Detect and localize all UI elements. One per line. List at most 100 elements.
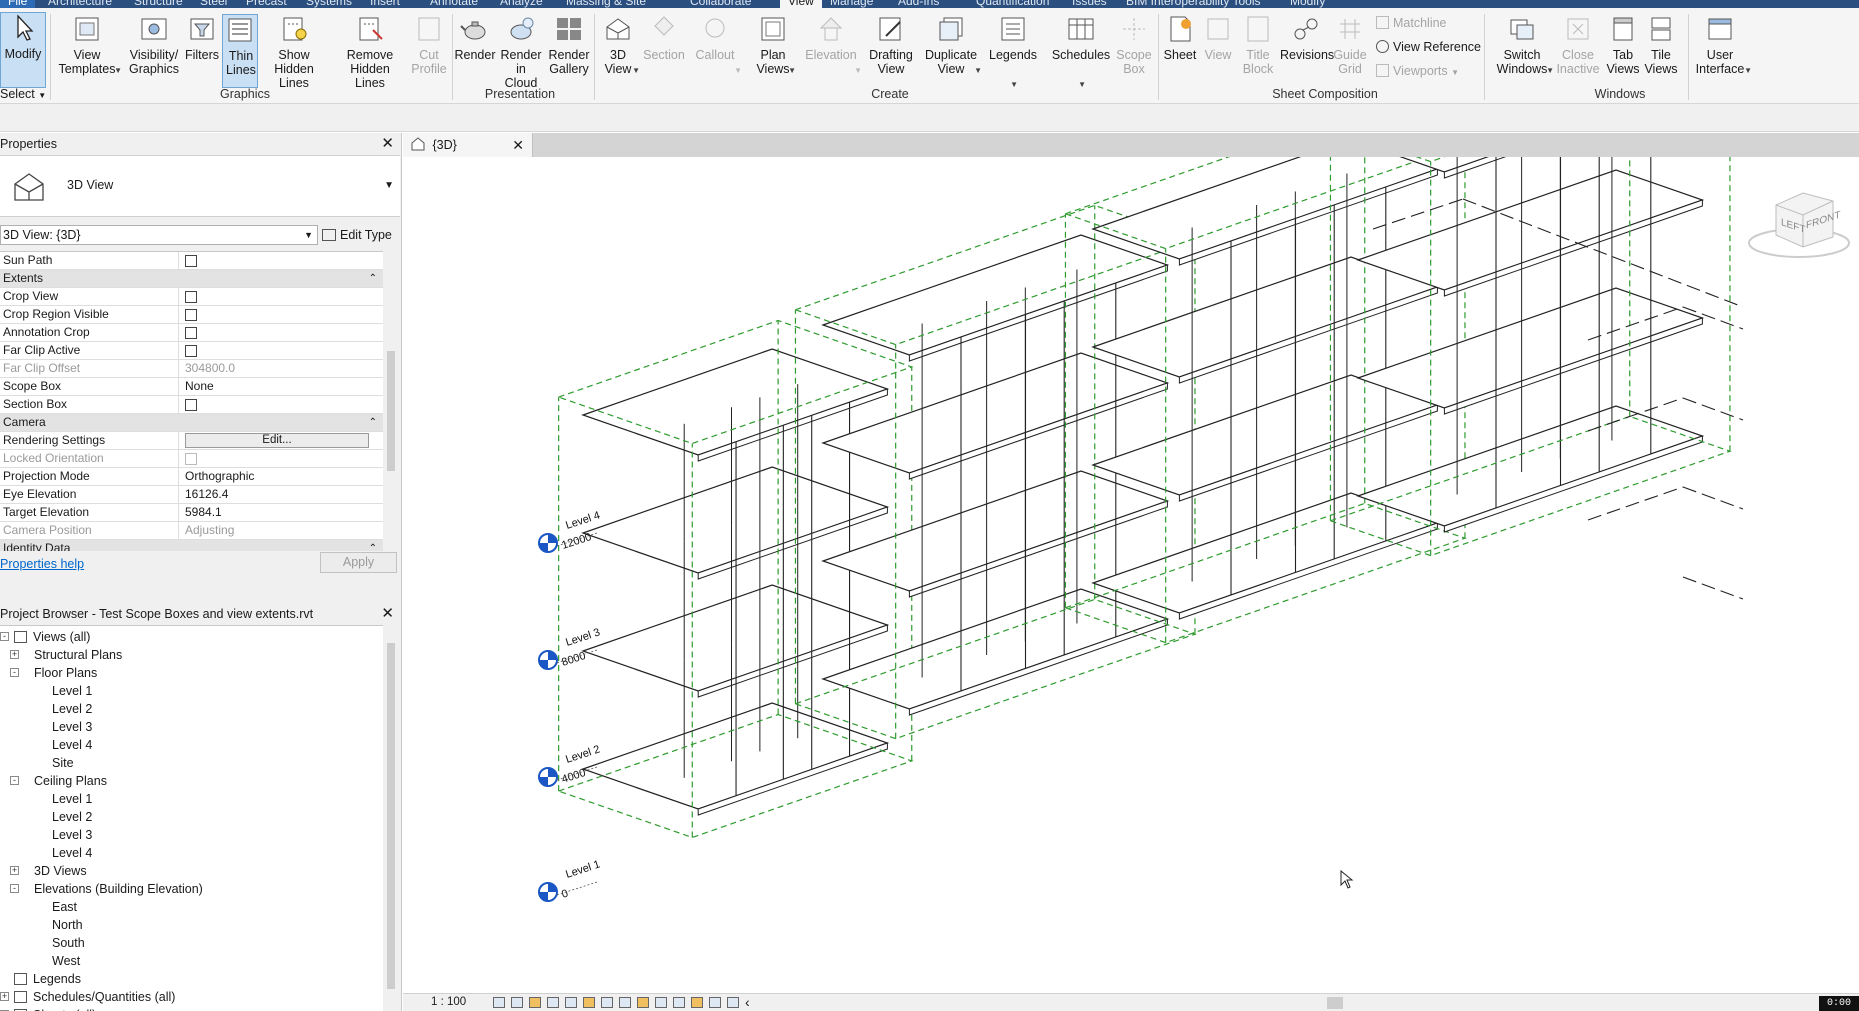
collapse-toggle-icon[interactable]: - bbox=[10, 884, 19, 893]
render-in-cloud-button[interactable]: Render in Cloud bbox=[500, 14, 542, 90]
browser-scrollbar[interactable] bbox=[383, 625, 399, 1011]
switch-windows-button[interactable]: Switch Windows ▼ bbox=[1494, 14, 1554, 88]
collapse-icon[interactable]: ⌃ bbox=[369, 414, 377, 431]
scope-box-button[interactable]: Scope Box bbox=[1116, 14, 1152, 88]
filters-button[interactable]: Filters bbox=[184, 14, 220, 88]
browser-node[interactable]: North bbox=[52, 916, 83, 934]
property-row[interactable]: Target Elevation 5984.1 bbox=[0, 504, 383, 522]
close-inactive-button[interactable]: Close Inactive bbox=[1556, 14, 1600, 88]
select-dropdown[interactable]: Select ▼ bbox=[0, 87, 46, 105]
collapse-toggle-icon[interactable]: - bbox=[0, 632, 9, 641]
scrollbar-thumb[interactable] bbox=[387, 351, 395, 471]
ribbon-tab-add-ins[interactable]: Add-Ins bbox=[898, 0, 939, 8]
3d-view-button[interactable]: 3D View ▼ bbox=[600, 14, 640, 88]
ribbon-tab-bim-interoperability-tools[interactable]: BIM Interoperability Tools bbox=[1126, 0, 1261, 8]
ribbon-tab-architecture[interactable]: Architecture bbox=[48, 0, 112, 8]
drawing-canvas[interactable]: Level 4 12000 Level 3 8000 Level 2 4000 Level … bbox=[403, 157, 1859, 993]
property-row[interactable]: Sun Path bbox=[0, 252, 383, 270]
schedules-button[interactable]: Schedules ▼ bbox=[1050, 14, 1112, 89]
property-row[interactable]: Annotation Crop bbox=[0, 324, 383, 342]
checkbox[interactable] bbox=[185, 399, 197, 411]
expand-toggle-icon[interactable]: + bbox=[10, 866, 19, 875]
browser-node[interactable]: Level 1 bbox=[52, 682, 92, 700]
property-row[interactable]: Section Box bbox=[0, 396, 383, 414]
user-interface-button[interactable]: User Interface ▼ bbox=[1692, 14, 1752, 88]
detail-level-icon[interactable] bbox=[493, 997, 505, 1008]
cut-profile-button[interactable]: Cut Profile bbox=[410, 14, 448, 88]
rendering-settings-edit-button[interactable]: Edit... bbox=[185, 433, 369, 448]
collapse-toggle-icon[interactable]: - bbox=[10, 776, 19, 785]
property-row[interactable]: Projection Mode Orthographic bbox=[0, 468, 383, 486]
expand-toggle-icon[interactable]: + bbox=[10, 650, 19, 659]
remove-hidden-lines-button[interactable]: Remove Hidden Lines bbox=[334, 14, 406, 90]
ribbon-tab-annotate[interactable]: Annotate bbox=[430, 0, 478, 8]
view-reference-button[interactable]: View Reference bbox=[1376, 40, 1481, 58]
ribbon-tab-systems[interactable]: Systems bbox=[306, 0, 352, 8]
ribbon-tab-structure[interactable]: Structure bbox=[134, 0, 183, 8]
constraints-icon[interactable] bbox=[727, 997, 739, 1008]
ribbon-tab-analyze[interactable]: Analyze bbox=[500, 0, 543, 8]
ribbon-tab-quantification[interactable]: Quantification bbox=[976, 0, 1049, 8]
checkbox[interactable] bbox=[185, 291, 197, 303]
render-button[interactable]: Render bbox=[454, 14, 496, 88]
callout-button[interactable]: Callout ▼ bbox=[692, 14, 742, 88]
model-viewport[interactable]: Level 412000Level 38000Level 24000Level … bbox=[403, 157, 1859, 993]
property-value[interactable]: None bbox=[185, 378, 214, 395]
browser-node[interactable]: Ceiling Plans bbox=[34, 772, 107, 790]
duplicate-view-button[interactable]: Duplicate View ▼ bbox=[924, 14, 982, 88]
property-row[interactable]: Locked Orientation bbox=[0, 450, 383, 468]
render-dialog-icon[interactable] bbox=[565, 997, 577, 1008]
checkbox[interactable] bbox=[185, 327, 197, 339]
revisions-button[interactable]: Revisions bbox=[1280, 14, 1334, 88]
section-button[interactable]: Section bbox=[642, 14, 686, 88]
apply-button[interactable]: Apply bbox=[320, 552, 397, 573]
property-row[interactable]: Scope Box None bbox=[0, 378, 383, 396]
modify-button[interactable]: Modify bbox=[0, 12, 46, 88]
temporary-hide-icon[interactable] bbox=[637, 997, 649, 1008]
collapse-toggle-icon[interactable]: - bbox=[10, 668, 19, 677]
edit-type-button[interactable]: Edit Type bbox=[322, 224, 397, 246]
ribbon-tab-insert[interactable]: Insert bbox=[370, 0, 400, 8]
close-icon[interactable]: ✕ bbox=[381, 603, 394, 625]
legends-button[interactable]: Legends ▼ bbox=[988, 14, 1038, 89]
browser-node[interactable]: Site bbox=[52, 754, 74, 772]
property-row[interactable]: Camera Position Adjusting bbox=[0, 522, 383, 540]
property-row[interactable]: Rendering Settings Edit... bbox=[0, 432, 383, 450]
expand-toggle-icon[interactable]: + bbox=[0, 992, 9, 1001]
reveal-hidden-icon[interactable] bbox=[655, 997, 667, 1008]
shadows-icon[interactable] bbox=[547, 997, 559, 1008]
viewcube[interactable]: LEFT FRONT bbox=[1741, 185, 1851, 265]
property-value[interactable]: 16126.4 bbox=[185, 486, 228, 503]
properties-scrollbar[interactable] bbox=[383, 251, 399, 551]
show-hidden-lines-button[interactable]: Show Hidden Lines bbox=[262, 14, 326, 90]
close-icon[interactable]: ✕ bbox=[512, 133, 524, 157]
browser-node[interactable]: Level 2 bbox=[52, 700, 92, 718]
browser-node[interactable]: Level 4 bbox=[52, 736, 92, 754]
view-scale[interactable]: 1 : 100 bbox=[431, 996, 466, 1008]
render-gallery-button[interactable]: Render Gallery bbox=[546, 14, 592, 88]
checkbox[interactable] bbox=[185, 309, 197, 321]
collapse-icon[interactable]: ⌃ bbox=[369, 540, 377, 551]
browser-node[interactable]: Floor Plans bbox=[34, 664, 97, 682]
elevation-button[interactable]: Elevation ▼ bbox=[804, 14, 862, 88]
browser-node[interactable]: 3D Views bbox=[34, 862, 87, 880]
ribbon-tab-manage[interactable]: Manage bbox=[830, 0, 873, 8]
unlock-3d-icon[interactable] bbox=[619, 997, 631, 1008]
sheet-button[interactable]: Sheet bbox=[1162, 14, 1198, 88]
browser-node[interactable]: Level 3 bbox=[52, 826, 92, 844]
guide-grid-button[interactable]: Guide Grid bbox=[1332, 14, 1368, 88]
browser-node[interactable]: Level 3 bbox=[52, 718, 92, 736]
drafting-view-button[interactable]: Drafting View bbox=[866, 14, 916, 88]
browser-node[interactable]: Level 2 bbox=[52, 808, 92, 826]
horizontal-scroll-thumb[interactable] bbox=[1327, 997, 1343, 1009]
highlight-displacement-icon[interactable] bbox=[709, 997, 721, 1008]
browser-node[interactable]: Level 1 bbox=[52, 790, 92, 808]
browser-node[interactable]: Sheets (all) bbox=[14, 1006, 96, 1011]
collapse-icon[interactable]: ⌃ bbox=[369, 270, 377, 287]
close-icon[interactable]: ✕ bbox=[381, 133, 394, 155]
property-row[interactable]: Eye Elevation 16126.4 bbox=[0, 486, 383, 504]
plan-views-button[interactable]: Plan Views ▼ bbox=[754, 14, 796, 88]
browser-node[interactable]: South bbox=[52, 934, 85, 952]
hide-analytical-icon[interactable] bbox=[691, 997, 703, 1008]
checkbox[interactable] bbox=[185, 255, 197, 267]
